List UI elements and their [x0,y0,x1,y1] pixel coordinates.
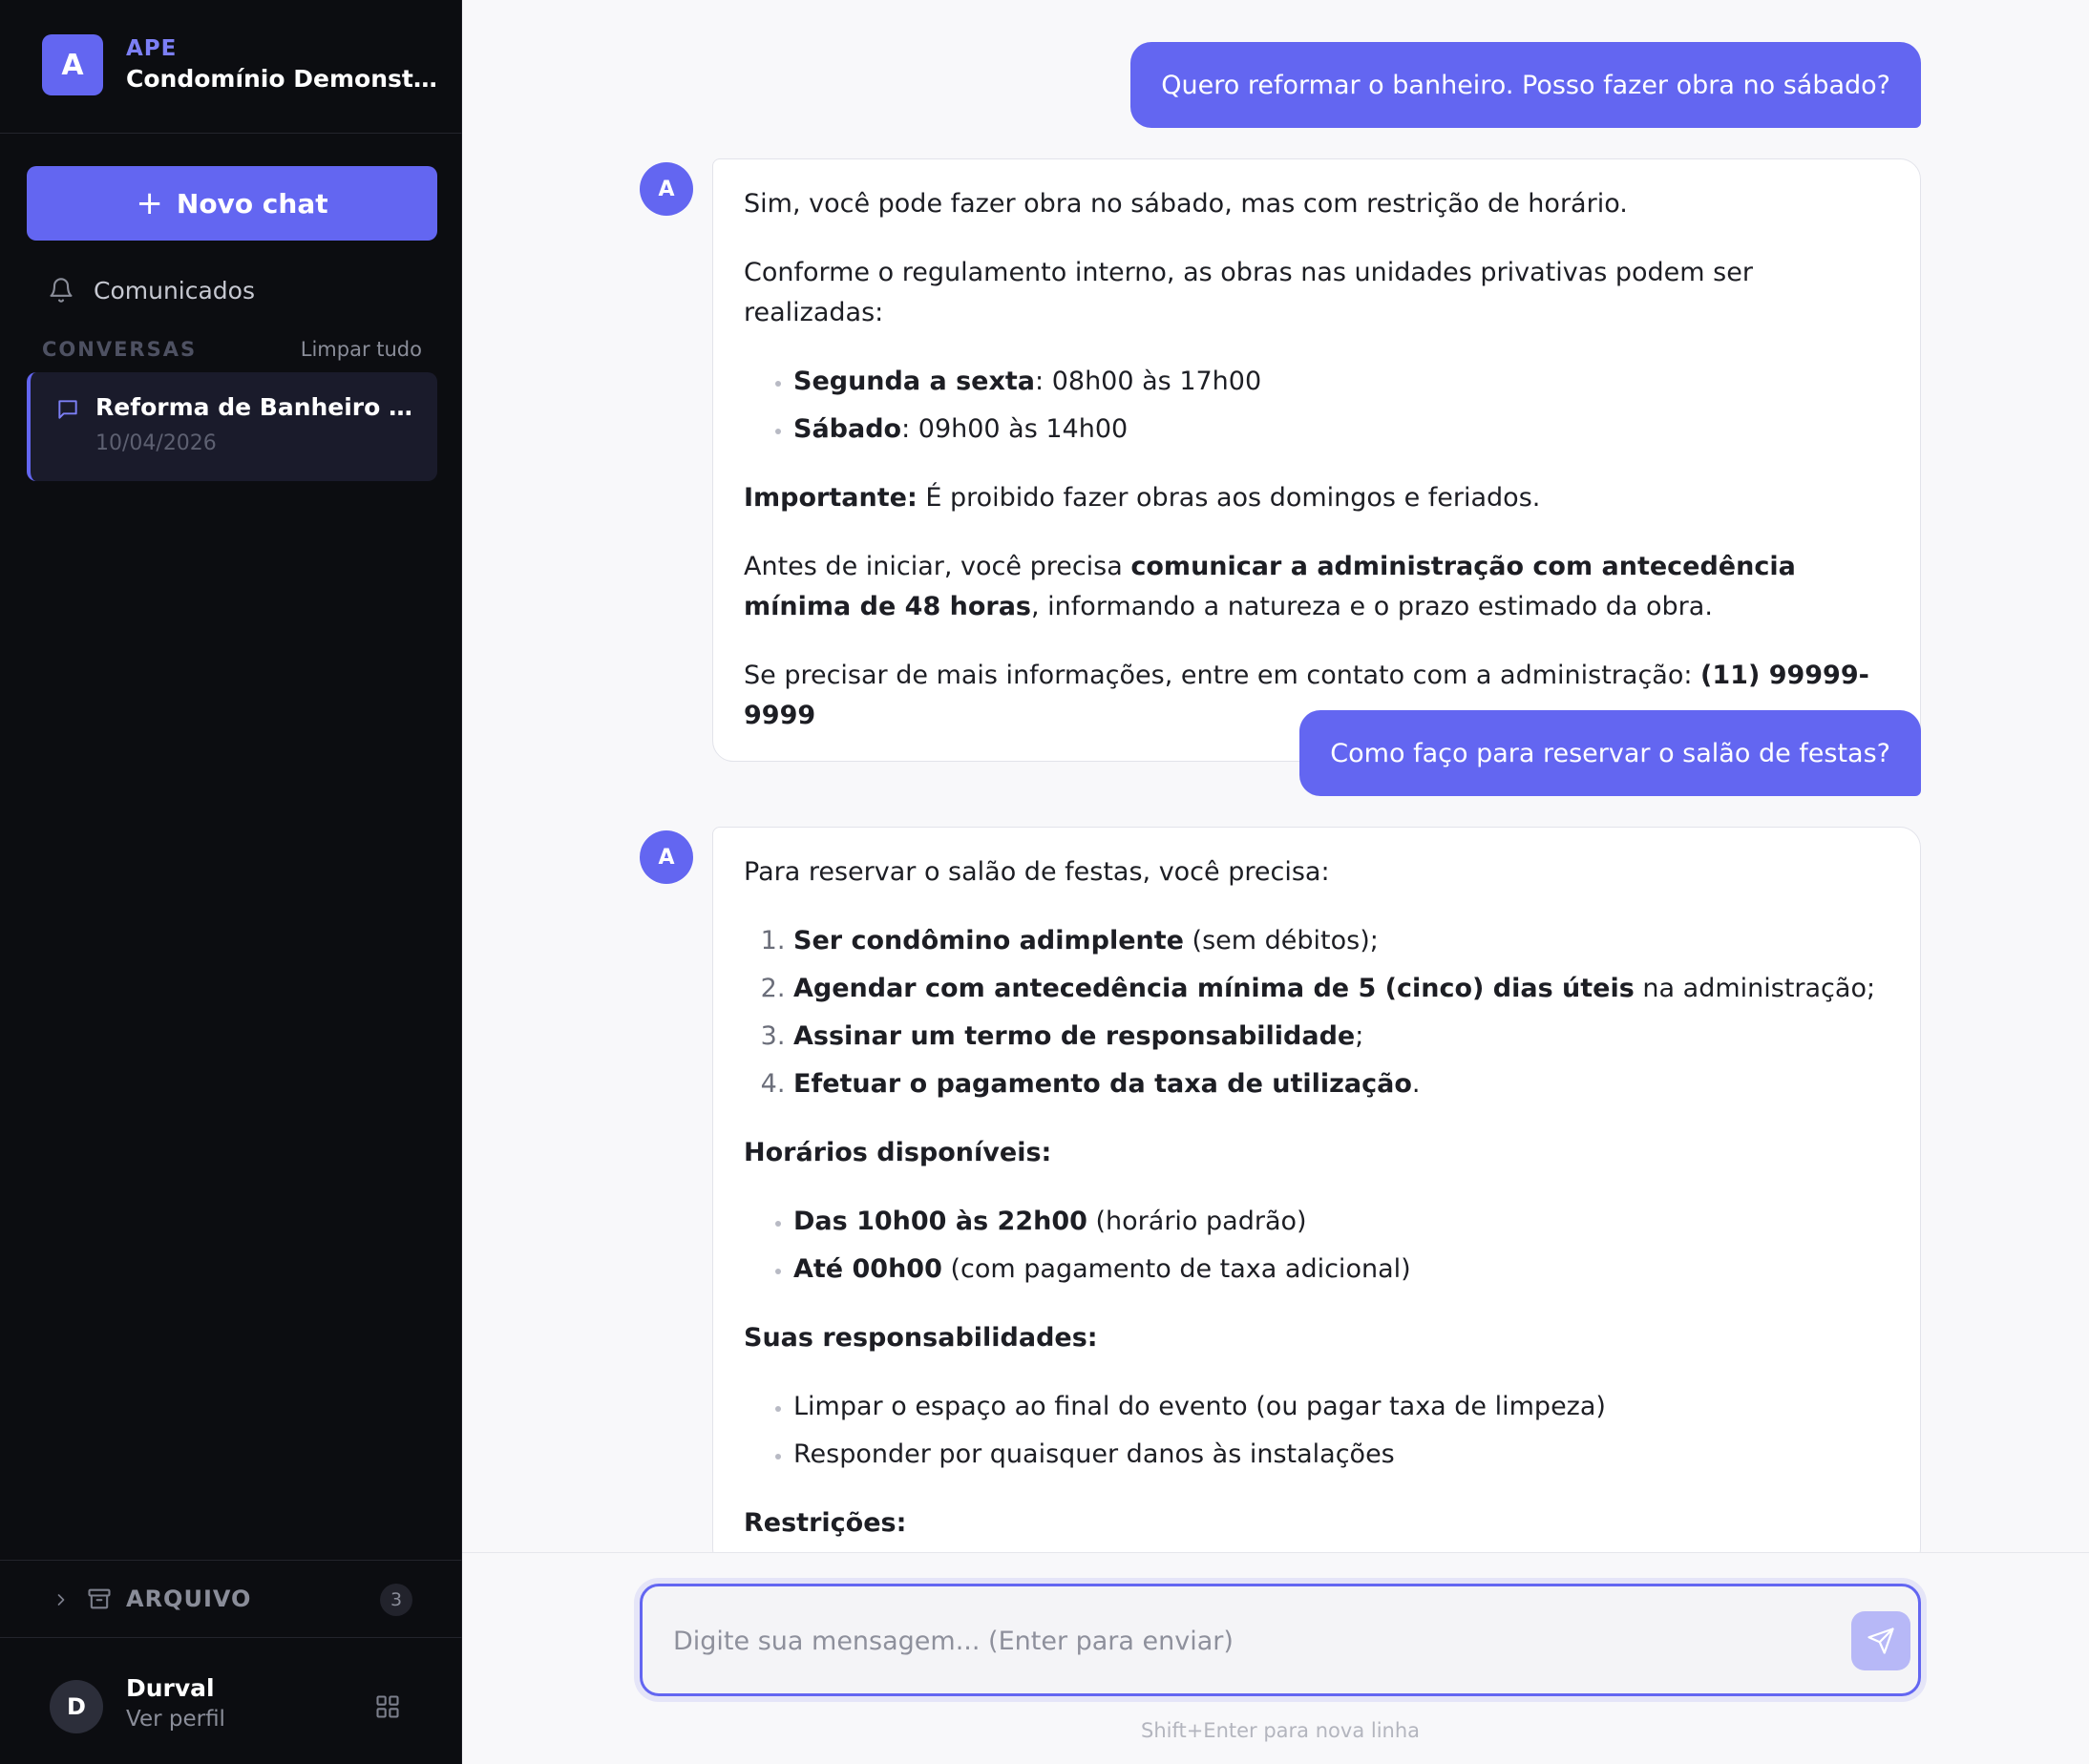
profile-section: D Durval Ver perfil [0,1638,462,1764]
list-item: Até 00h00 (com pagamento de taxa adicion… [793,1250,1889,1290]
assistant-avatar: A [640,162,693,216]
archive-toggle[interactable]: ARQUIVO 3 [0,1560,462,1638]
nav-label-announcements: Comunicados [94,276,255,304]
list-item: Sábado: 09h00 às 14h00 [793,410,1889,450]
chat-bubble-icon [58,400,77,419]
message-paragraph: Para reservar o salão de festas, você pr… [744,857,1330,887]
user-message: Como faço para reservar o salão de festa… [1299,710,1921,796]
assistant-message: Para reservar o salão de festas, você pr… [712,827,1921,1552]
list-item: Segunda a sexta: 08h00 às 17h00 [793,362,1889,402]
brand-logo: A [42,34,103,95]
composer: Shift+Enter para nova linha [462,1552,2089,1764]
message-paragraph: Antes de iniciar, você precisa comunicar… [744,552,1796,621]
message-heading: Horários disponíveis: [744,1138,1052,1167]
message-heading: Restrições: [744,1508,907,1538]
avatar[interactable]: D [50,1680,103,1733]
list-item: Assinar um termo de responsabilidade; [793,1017,1889,1057]
bell-icon [50,278,73,303]
hours-list: Segunda a sexta: 08h00 às 17h00 Sábado: … [744,362,1889,450]
conversations-header: CONVERSAS Limpar tudo [42,338,422,361]
list-item: Agendar com antecedência mínima de 5 (ci… [793,969,1889,1009]
list-item: Efetuar o pagamento da taxa de utilizaçã… [793,1064,1889,1104]
message-paragraph: Importante: É proibido fazer obras aos d… [744,483,1541,513]
brand-tag: APE [126,36,178,61]
list-item: Das 10h00 às 22h00 (horário padrão) [793,1202,1889,1242]
sidebar: A APE Condomínio Demonstração + Novo cha… [0,0,462,1764]
responsibilities-list: Limpar o espaço ao final do evento (ou p… [744,1387,1889,1475]
composer-hint: Shift+Enter para nova linha [1140,1719,1421,1742]
steps-list: Ser condômino adimplente (sem débitos); … [744,921,1889,1104]
conversation-title: Reforma de Banheiro no Sábado [95,393,420,421]
conversation-date: 10/04/2026 [95,431,217,455]
chat-thread: Quero reformar o banheiro. Posso fazer o… [462,0,2089,1552]
conversation-item[interactable]: Reforma de Banheiro no Sábado 10/04/2026 [27,372,437,481]
new-chat-label: Novo chat [176,187,328,220]
assistant-avatar: A [640,830,693,884]
message-paragraph: Conforme o regulamento interno, as obras… [744,258,1753,327]
send-icon [1867,1628,1894,1654]
list-item: Responder por quaisquer danos às instala… [793,1435,1889,1475]
conversations-title: CONVERSAS [42,338,198,361]
user-message: Quero reformar o banheiro. Posso fazer o… [1130,42,1921,128]
nav-item-announcements[interactable]: Comunicados [48,271,255,309]
brand-header: A APE Condomínio Demonstração [0,0,462,134]
archive-count-badge: 3 [380,1584,412,1616]
view-profile-link[interactable]: Ver perfil [126,1707,225,1732]
apps-grid-icon[interactable] [374,1693,401,1720]
message-heading: Suas responsabilidades: [744,1323,1098,1353]
profile-name: Durval [126,1674,215,1702]
chevron-right-icon [57,1594,65,1606]
condominium-name: Condomínio Demonstração [126,65,441,93]
clear-all-button[interactable]: Limpar tudo [301,338,422,361]
archive-icon [88,1588,111,1609]
assistant-message: Sim, você pode fazer obra no sábado, mas… [712,158,1921,762]
new-chat-button[interactable]: + Novo chat [27,166,437,241]
list-item: Ser condômino adimplente (sem débitos); [793,921,1889,961]
message-input-box [640,1584,1921,1696]
plus-icon: + [136,184,163,222]
list-item: Limpar o espaço ao final do evento (ou p… [793,1387,1889,1427]
send-button[interactable] [1851,1611,1910,1670]
message-input[interactable] [673,1621,1800,1661]
message-paragraph: Sim, você pode fazer obra no sábado, mas… [744,189,1628,219]
archive-label: ARQUIVO [126,1586,252,1612]
hours-list: Das 10h00 às 22h00 (horário padrão) Até … [744,1202,1889,1290]
